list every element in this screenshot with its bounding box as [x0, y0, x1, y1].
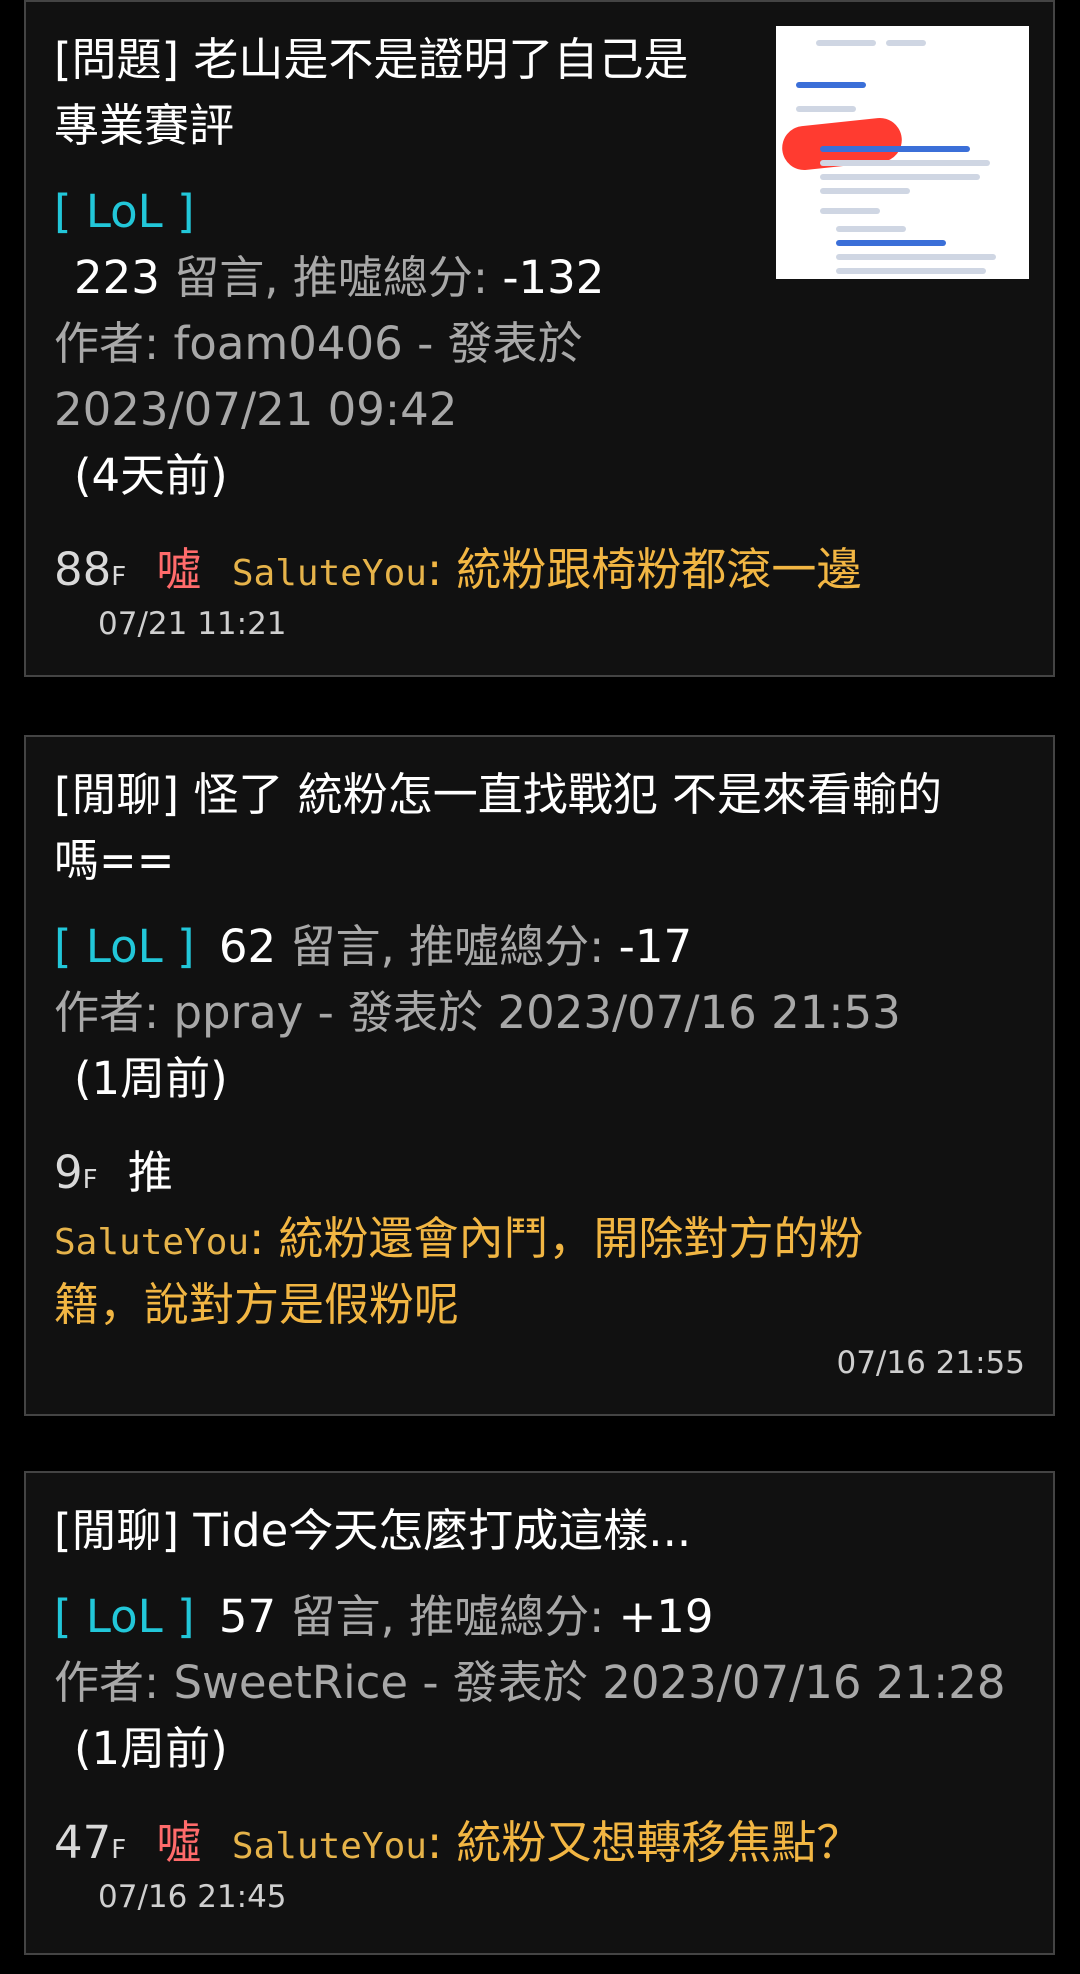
score: -17 [618, 920, 693, 973]
board-and-stats: [ LoL ] 62 留言, 推噓總分: -17 [54, 914, 692, 980]
score: -132 [502, 251, 605, 304]
post-thumbnail[interactable] [776, 26, 1029, 279]
top-comment[interactable]: 47F 噓 SaluteYou: 統粉又想轉移焦點？ [54, 1810, 861, 1883]
stats-line: 223 留言, 推噓總分: -132 [74, 245, 604, 311]
comment-time: 07/21 11:21 [98, 606, 287, 642]
post-card[interactable]: [閒聊] Tide今天怎麼打成這樣... [ LoL ] 57 留言, 推噓總分… [24, 1471, 1055, 1955]
comment-count: 57 [218, 1590, 277, 1643]
author-line: 作者: foam0406 - 發表於 [54, 317, 583, 370]
top-comment-body: SaluteYou: 統粉還會內鬥，開除對方的粉 [54, 1206, 864, 1276]
board-tag[interactable]: [ LoL ] [54, 1590, 195, 1643]
boo-tag: 噓 [156, 1816, 202, 1869]
post-card[interactable]: [閒聊] 怪了 統粉怎一直找戰犯 不是來看輸的 嗎== [ LoL ] 62 留… [24, 735, 1055, 1416]
comment-text: : 統粉跟椅粉都滾一邊 [426, 543, 862, 596]
relative-time: (4天前) [74, 449, 228, 502]
post-card[interactable]: [問題] 老山是不是證明了自己是 專業賽評 [ LoL ] 223 留言, 推噓… [24, 0, 1055, 677]
floor-number: 88 [54, 543, 112, 596]
boo-tag: 噓 [156, 543, 202, 596]
floor-suffix: F [111, 1835, 127, 1865]
comment-user[interactable]: SaluteYou [232, 1826, 427, 1867]
post-title-line: [閒聊] 怪了 統粉怎一直找戰犯 不是來看輸的 [54, 768, 943, 821]
board-tag[interactable]: [ LoL ] [54, 185, 195, 238]
comment-text-continued: 籍，說對方是假粉呢 [54, 1278, 460, 1331]
relative-time: (1周前) [74, 1052, 228, 1105]
comments-label: 留言, 推噓總分: [290, 920, 605, 973]
score: +19 [618, 1590, 714, 1643]
comment-text: : 統粉又想轉移焦點？ [426, 1816, 862, 1869]
post-feed: [問題] 老山是不是證明了自己是 專業賽評 [ LoL ] 223 留言, 推噓… [0, 0, 1080, 1974]
comment-time: 07/16 21:55 [836, 1345, 1025, 1381]
top-comment[interactable]: 88F 噓 SaluteYou: 統粉跟椅粉都滾一邊 [54, 537, 861, 610]
push-tag: 推 [127, 1146, 173, 1199]
board-tag[interactable]: [ LoL ] [54, 920, 195, 973]
post-title[interactable]: [閒聊] 怪了 統粉怎一直找戰犯 不是來看輸的 嗎== [54, 762, 942, 894]
floor-number: 9 [54, 1146, 83, 1199]
post-title[interactable]: [閒聊] Tide今天怎麼打成這樣... [54, 1498, 691, 1564]
post-title-line: 嗎== [54, 834, 175, 887]
author-line: 作者: SweetRice - 發表於 2023/07/16 21:28 [54, 1656, 1006, 1709]
post-title-line: [問題] 老山是不是證明了自己是 [54, 33, 689, 86]
post-title-line: [閒聊] Tide今天怎麼打成這樣... [54, 1504, 692, 1557]
floor-number: 47 [54, 1816, 112, 1869]
floor-suffix: F [111, 562, 127, 592]
comment-count: 62 [218, 920, 277, 973]
post-title-line: 專業賽評 [54, 99, 235, 152]
comment-user[interactable]: SaluteYou [232, 553, 427, 594]
post-title[interactable]: [問題] 老山是不是證明了自己是 專業賽評 [54, 27, 688, 159]
comment-time: 07/16 21:45 [98, 1879, 287, 1915]
top-comment[interactable]: 9F 推 [54, 1140, 173, 1213]
post-date: 2023/07/21 09:42 [54, 383, 458, 436]
comment-text: : 統粉還會內鬥，開除對方的粉 [249, 1212, 864, 1265]
board-and-stats: [ LoL ] 57 留言, 推噓總分: +19 [54, 1584, 714, 1650]
floor-suffix: F [82, 1165, 98, 1195]
relative-time: (1周前) [74, 1722, 228, 1775]
comment-user[interactable]: SaluteYou [54, 1222, 249, 1263]
board-and-stats: [ LoL ] [54, 179, 195, 245]
comment-count: 223 [74, 251, 160, 304]
author-line: 作者: ppray - 發表於 2023/07/16 21:53 [54, 986, 901, 1039]
comments-label: 留言, 推噓總分: [174, 251, 488, 304]
comments-label: 留言, 推噓總分: [290, 1590, 605, 1643]
